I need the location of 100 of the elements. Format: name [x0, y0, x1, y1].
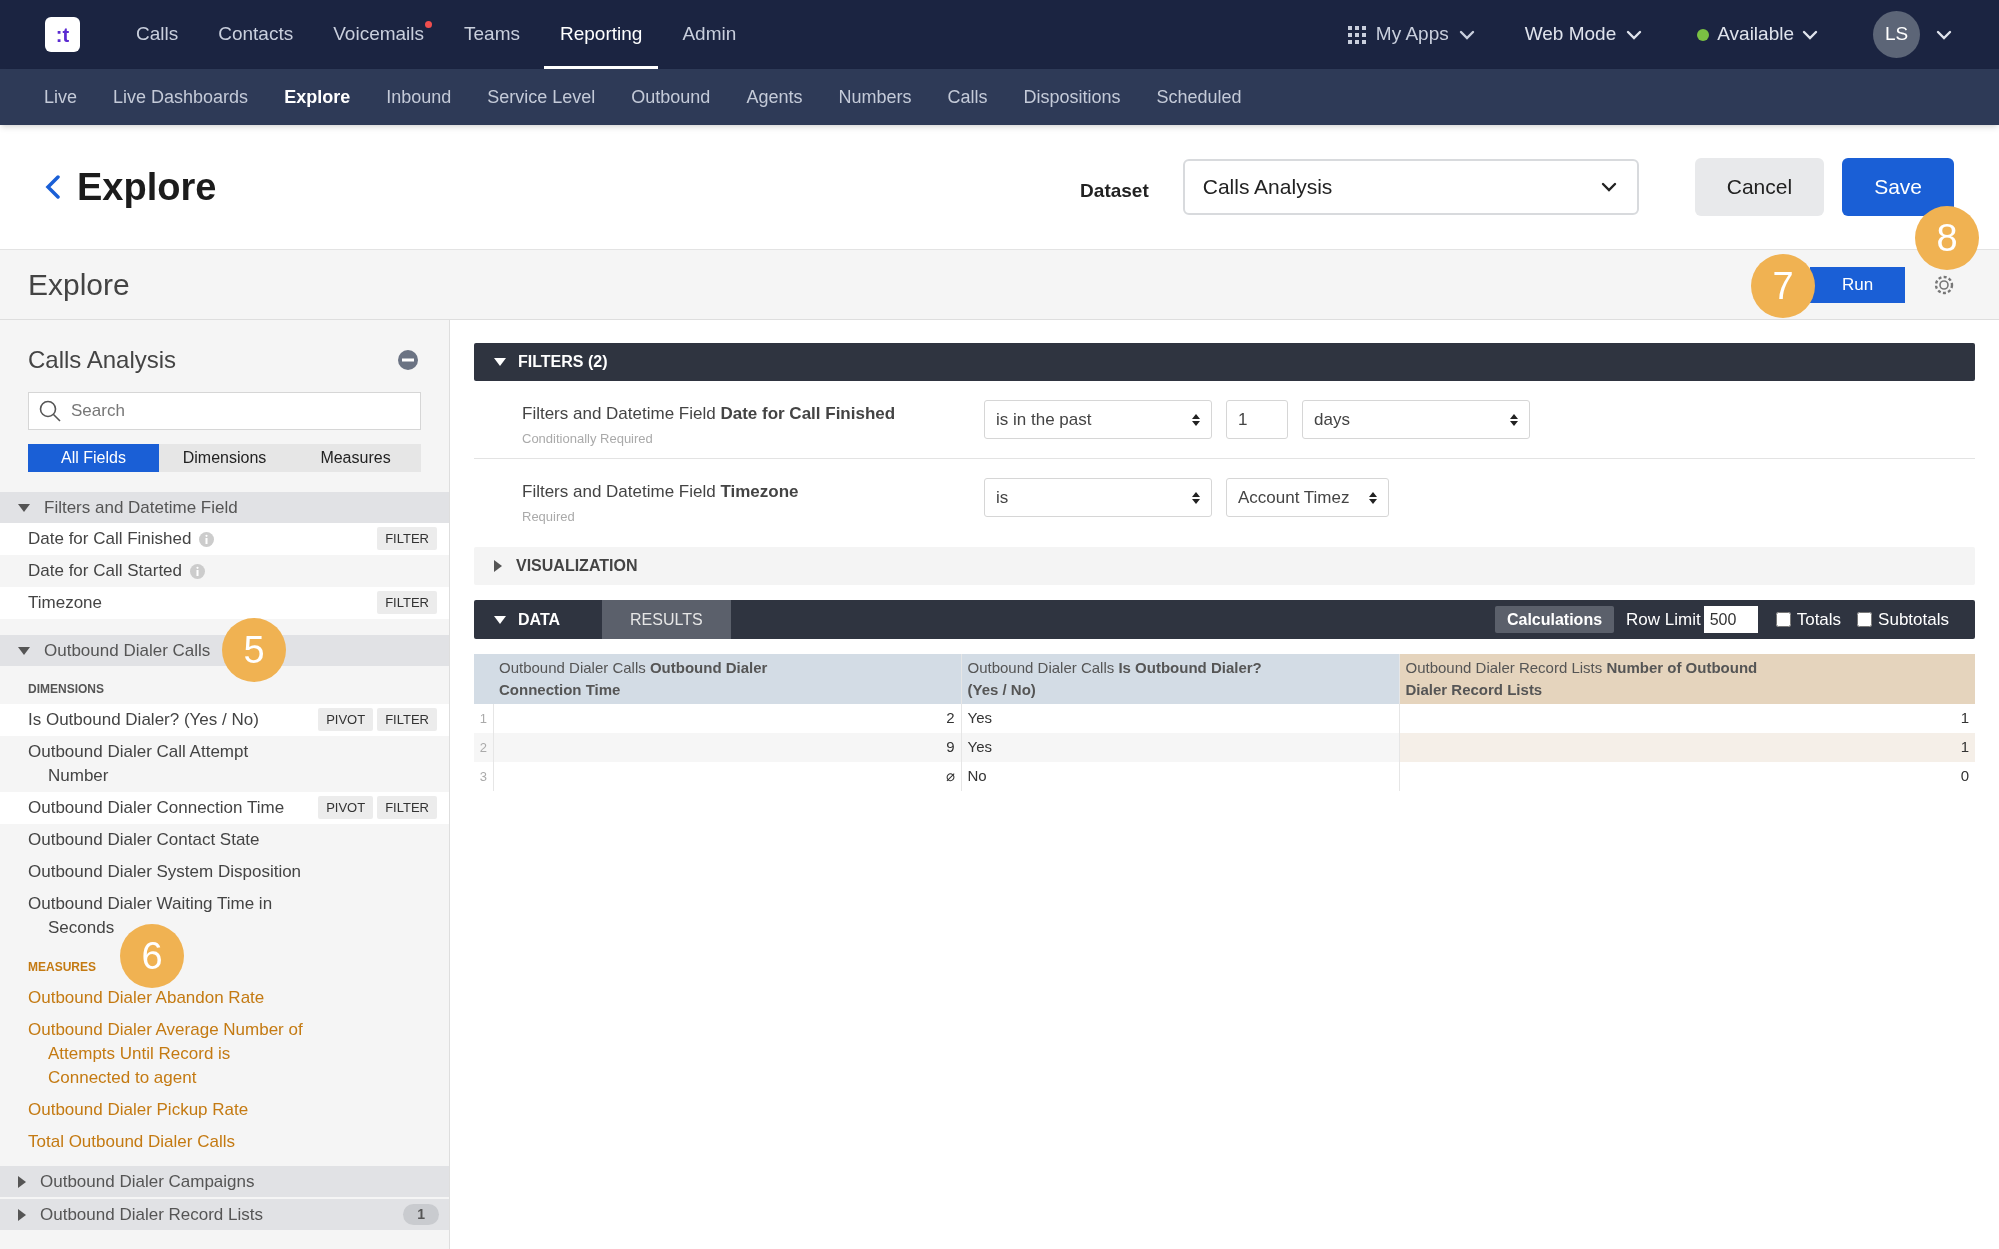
table-cell: No	[961, 762, 1399, 791]
dimension-field[interactable]: Is Outbound Dialer? (Yes / No)	[28, 708, 259, 732]
checkbox[interactable]	[1775, 612, 1791, 627]
subnav-tab[interactable]: Outbound	[615, 83, 727, 111]
caret-down-icon	[18, 503, 30, 512]
caret-right-icon	[18, 1175, 26, 1188]
row-limit-field[interactable]: 500	[1703, 606, 1758, 633]
cancel-button[interactable]: Cancel	[1694, 158, 1825, 216]
dataset-title: Calls Analysis	[28, 345, 177, 375]
settings-icon[interactable]	[1933, 273, 1955, 296]
save-button[interactable]: Save	[1842, 158, 1954, 216]
dimension-field[interactable]: Outbound Dialer Call Attempt Number	[28, 740, 308, 788]
user-avatar[interactable]: LS	[1873, 11, 1920, 58]
select-field[interactable]: Account Timez	[1226, 478, 1389, 517]
apps-menu[interactable]: My Apps	[1347, 20, 1475, 49]
table-cell: Yes	[961, 733, 1399, 762]
row-number: 3	[474, 762, 493, 791]
checkbox-label: Subtotals	[1878, 608, 1949, 631]
dataset-value: Calls Analysis	[1202, 174, 1333, 201]
filter-button[interactable]: FILTER	[377, 527, 437, 550]
pivot-button[interactable]: PIVOT	[318, 796, 374, 819]
section-label: Outbound Dialer Record Lists	[40, 1203, 263, 1226]
dataset-label: Dataset	[1080, 178, 1149, 203]
nav-tab[interactable]: Admin	[666, 0, 753, 69]
caret-down-icon	[18, 646, 30, 655]
nav-tab[interactable]: Calls	[120, 0, 195, 69]
group-heading: MEASURES	[28, 959, 96, 976]
updown-arrows-icon	[1369, 491, 1377, 504]
grid-icon	[1347, 25, 1366, 44]
filter-tab[interactable]: Measures	[290, 444, 421, 472]
section-label: Filters and Datetime Field	[44, 496, 238, 519]
bar-label: FILTERS (2)	[518, 352, 608, 372]
field-value: 1	[1238, 408, 1248, 431]
section-header[interactable]: Outbound Dialer Record Lists 1	[0, 1199, 449, 1230]
data-tab[interactable]: DATA	[474, 600, 602, 639]
nav-tab[interactable]: Teams	[448, 0, 536, 69]
number-field[interactable]: 1	[1226, 400, 1288, 439]
select-field[interactable]: is in the past	[984, 400, 1212, 439]
visualization-header[interactable]: VISUALIZATION	[474, 547, 1975, 585]
filters-header[interactable]: FILTERS (2)	[474, 343, 1975, 381]
column-header[interactable]: Outbound Dialer Calls Is Outbound Dialer? (Yes / No)	[961, 654, 1399, 704]
subnav-tab[interactable]: Numbers	[822, 83, 928, 111]
caret-right-icon	[494, 560, 502, 572]
subnav-tab[interactable]: Live	[28, 83, 94, 111]
subnav-tab[interactable]: Inbound	[370, 83, 468, 111]
back-chevron-icon[interactable]	[45, 175, 61, 199]
updown-arrows-icon	[1192, 413, 1200, 426]
filter-tab[interactable]: All Fields	[28, 444, 159, 472]
run-button[interactable]: Run	[1810, 266, 1905, 303]
calculations-button[interactable]: Calculations	[1494, 606, 1615, 633]
subnav-tab[interactable]: Dispositions	[1007, 83, 1137, 111]
select-field[interactable]: is	[984, 478, 1212, 517]
column-header[interactable]: Outbound Dialer Record Lists Number of Outbound Dialer Record Lists	[1399, 654, 1975, 704]
field-value: days	[1314, 408, 1350, 431]
data-tab[interactable]: RESULTS	[602, 600, 731, 639]
checkbox[interactable]	[1857, 612, 1873, 627]
filter-tab[interactable]: Dimensions	[159, 444, 290, 472]
status-label: Available	[1717, 22, 1794, 47]
dimension-field[interactable]: Date for Call Started	[28, 559, 182, 583]
page-title: Explore	[77, 164, 217, 210]
subnav-tab[interactable]: Service Level	[471, 83, 612, 111]
search-field[interactable]: Search	[28, 392, 421, 430]
caret-right-icon	[18, 1208, 26, 1221]
status-menu[interactable]: Available	[1697, 20, 1818, 49]
dataset-select[interactable]: Calls Analysis	[1182, 159, 1639, 215]
dimension-field[interactable]: Outbound Dialer Connection Time	[28, 796, 285, 820]
section-title: Explore	[28, 267, 130, 303]
nav-tab[interactable]: Contacts	[202, 0, 310, 69]
mode-menu[interactable]: Web Mode	[1524, 20, 1643, 49]
subnav-tab[interactable]: Explore	[268, 83, 367, 111]
filter-button[interactable]: FILTER	[377, 591, 437, 614]
dimension-field[interactable]: Outbound Dialer Contact State	[28, 828, 260, 852]
dimension-field[interactable]: Timezone	[28, 591, 102, 615]
row-number: 2	[474, 733, 493, 762]
subnav-tab[interactable]: Agents	[730, 83, 819, 111]
nav-tab[interactable]: Voicemails	[317, 0, 441, 69]
bar-label: VISUALIZATION	[516, 556, 638, 576]
subnav-tab[interactable]: Calls	[931, 83, 1004, 111]
filter-label: Filters and Datetime Field Date for Call Finished	[522, 403, 897, 425]
section-header[interactable]: Filters and Datetime Field	[0, 492, 449, 523]
pivot-button[interactable]: PIVOT	[318, 708, 374, 731]
search-icon	[39, 400, 61, 422]
select-field[interactable]: days	[1302, 400, 1530, 439]
section-header[interactable]: Outbound Dialer Campaigns	[0, 1166, 449, 1197]
table-cell: 0	[1399, 762, 1975, 791]
subnav-tab[interactable]: Live Dashboards	[97, 83, 265, 111]
updown-arrows-icon	[1192, 491, 1200, 504]
filter-button[interactable]: FILTER	[377, 708, 437, 731]
collapse-icon[interactable]	[397, 349, 419, 371]
step-callout: 5	[222, 618, 286, 682]
table-cell: 1	[1399, 733, 1975, 762]
filter-button[interactable]: FILTER	[377, 796, 437, 819]
dimension-field[interactable]: Date for Call Finished	[28, 527, 192, 551]
section-label: Outbound Dialer Calls	[44, 639, 211, 662]
column-header[interactable]: Outbound Dialer Calls Outbound Dialer Connection Time	[493, 654, 961, 704]
dimension-field[interactable]: Outbound Dialer System Disposition	[28, 860, 302, 884]
app-logo[interactable]: :t	[45, 17, 80, 52]
subnav-tab[interactable]: Scheduled	[1140, 83, 1258, 111]
step-callout: 6	[120, 924, 184, 988]
caret-down-icon	[494, 615, 506, 624]
